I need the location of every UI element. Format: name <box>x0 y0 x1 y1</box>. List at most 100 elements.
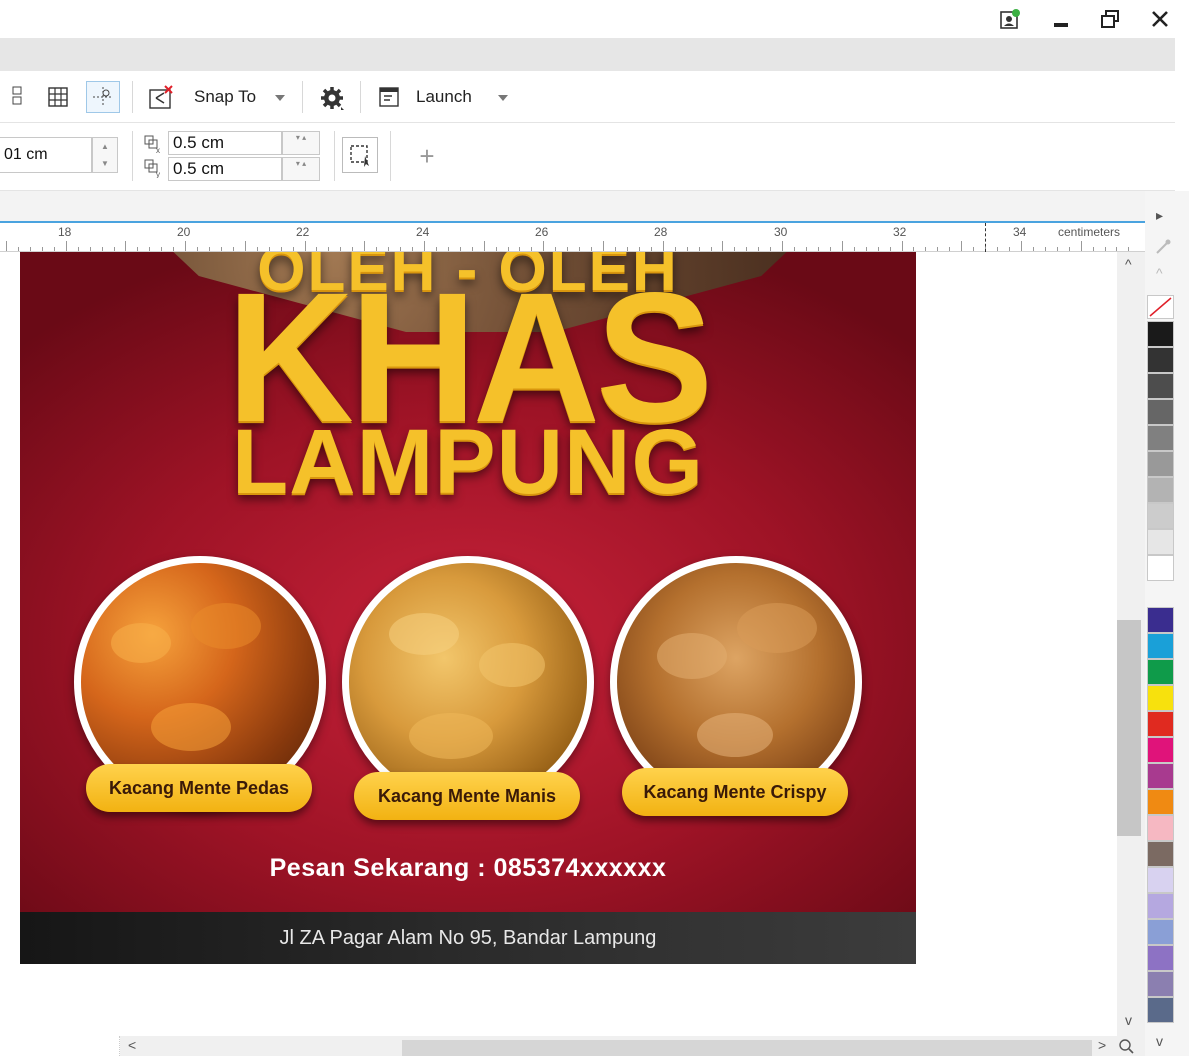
scroll-left-icon[interactable]: < <box>128 1037 136 1053</box>
scroll-right-icon[interactable]: > <box>1098 1037 1106 1053</box>
ruler-tick <box>65 241 67 251</box>
ruler-tick <box>244 241 246 251</box>
ruler-tick <box>328 247 330 251</box>
drawing-canvas[interactable]: OLEH - OLEH KHAS LAMPUNG Kacang Mente Pe… <box>0 252 1117 1036</box>
ruler-tick <box>614 247 616 251</box>
duplicate-x-field[interactable]: 0.5 cm <box>168 131 282 155</box>
ruler-tick <box>161 247 163 251</box>
color-swatch[interactable] <box>1147 633 1174 659</box>
ruler-tick-label: 28 <box>654 225 668 239</box>
ruler-tick <box>41 247 43 251</box>
duplicate-y-spinner[interactable]: ▾ ▴ <box>282 157 320 181</box>
ruler-tick <box>1044 247 1046 251</box>
ruler-tick <box>591 247 593 251</box>
ruler-cursor-marker <box>985 223 986 252</box>
minimize-icon[interactable] <box>1047 6 1075 32</box>
color-swatch[interactable] <box>1147 763 1174 789</box>
vertical-scrollbar-thumb[interactable] <box>1117 620 1141 836</box>
color-swatch[interactable] <box>1147 503 1174 529</box>
duplicate-y-icon: y <box>142 157 164 179</box>
color-swatch[interactable] <box>1147 399 1174 425</box>
snap-dropdown-arrow[interactable] <box>275 95 285 101</box>
color-swatch[interactable] <box>1147 815 1174 841</box>
duplicate-y-field[interactable]: 0.5 cm <box>168 157 282 181</box>
color-swatch[interactable] <box>1147 893 1174 919</box>
color-swatch[interactable] <box>1147 867 1174 893</box>
horizontal-scrollbar-thumb[interactable] <box>402 1040 1092 1056</box>
color-swatch[interactable] <box>1147 971 1174 997</box>
color-swatch[interactable] <box>1147 685 1174 711</box>
color-swatch[interactable] <box>1147 451 1174 477</box>
palette-flyout-icon[interactable]: ▸ <box>1156 207 1163 224</box>
ruler-tick <box>495 247 497 251</box>
color-swatch[interactable] <box>1147 321 1174 347</box>
add-icon[interactable]: + <box>414 141 440 171</box>
color-swatch[interactable] <box>1147 789 1174 815</box>
nudge-distance-field[interactable]: 01 cm <box>0 137 92 173</box>
ruler-tick <box>782 241 784 251</box>
snap-to-label[interactable]: Snap To <box>194 87 256 107</box>
color-swatch[interactable] <box>1147 529 1174 555</box>
color-swatch[interactable] <box>1147 607 1174 633</box>
launch-label[interactable]: Launch <box>416 87 472 107</box>
zoom-navigator-icon[interactable] <box>1118 1038 1134 1054</box>
ruler-tick <box>770 247 772 251</box>
close-icon[interactable] <box>1146 6 1174 32</box>
color-swatch[interactable] <box>1147 841 1174 867</box>
scroll-down-icon[interactable]: v <box>1125 1012 1132 1028</box>
guidelines-icon[interactable] <box>86 81 120 113</box>
duplicate-x-icon: x <box>142 133 164 155</box>
ruler-tick <box>949 247 951 251</box>
ruler-tick <box>113 247 115 251</box>
page-navigator[interactable] <box>0 1036 120 1056</box>
color-swatch[interactable] <box>1147 555 1174 581</box>
color-swatch[interactable] <box>1147 347 1174 373</box>
ruler-tick <box>6 241 7 251</box>
color-swatch[interactable] <box>1147 373 1174 399</box>
ruler-tick <box>173 247 175 251</box>
heading-sub: LAMPUNG <box>231 411 705 513</box>
scroll-up-icon[interactable]: ^ <box>1125 256 1132 272</box>
ruler-tick <box>698 247 700 251</box>
horizontal-ruler[interactable]: 18 20 22 24 26 28 30 32 34 centimeters <box>0 223 1145 252</box>
coreldraw-window: Snap To Launch 01 cm ▲ ▼ x 0.5 cm ▾ ▴ y … <box>0 0 1189 1056</box>
eyedropper-icon[interactable] <box>1153 237 1173 257</box>
color-swatch[interactable] <box>1147 997 1174 1023</box>
svg-text:y: y <box>156 170 160 178</box>
duplicate-x-spinner[interactable]: ▾ ▴ <box>282 131 320 155</box>
color-swatch[interactable] <box>1147 919 1174 945</box>
ruler-tick <box>853 247 855 251</box>
no-color-swatch[interactable] <box>1147 295 1174 319</box>
launch-icon[interactable] <box>374 83 404 111</box>
ruler-tick <box>710 247 712 251</box>
color-swatch[interactable] <box>1147 945 1174 971</box>
color-swatch[interactable] <box>1147 737 1174 763</box>
page-frame-icon[interactable] <box>342 137 378 173</box>
ruler-tick <box>1104 247 1106 251</box>
color-swatch[interactable] <box>1147 425 1174 451</box>
snap-off-icon[interactable] <box>146 82 176 112</box>
gear-icon[interactable] <box>316 82 348 114</box>
color-swatch[interactable] <box>1147 711 1174 737</box>
ruler-tick <box>89 247 91 251</box>
ruler-tick <box>567 247 569 251</box>
ruler-tick <box>901 241 903 251</box>
palette-scroll-up-icon[interactable]: ^ <box>1156 265 1163 281</box>
align-icon[interactable] <box>4 83 30 109</box>
user-sync-icon[interactable] <box>996 6 1024 32</box>
ruler-tick <box>817 247 819 251</box>
launch-dropdown-arrow[interactable] <box>498 95 508 101</box>
nudge-spinner[interactable]: ▲ ▼ <box>92 137 118 173</box>
poster-design[interactable]: OLEH - OLEH KHAS LAMPUNG Kacang Mente Pe… <box>20 252 916 964</box>
ruler-tick <box>232 247 234 251</box>
grid-icon[interactable] <box>44 83 72 111</box>
color-swatch[interactable] <box>1147 477 1174 503</box>
ruler-tick <box>388 247 390 251</box>
restore-icon[interactable] <box>1096 6 1124 32</box>
color-swatch[interactable] <box>1147 659 1174 685</box>
ruler-tick-label: 24 <box>416 225 430 239</box>
palette-scroll-down-icon[interactable]: v <box>1156 1033 1163 1049</box>
ruler-tick <box>447 247 449 251</box>
color-palette: ▸ ^ v <box>1145 191 1189 1056</box>
ruler-tick <box>579 247 581 251</box>
